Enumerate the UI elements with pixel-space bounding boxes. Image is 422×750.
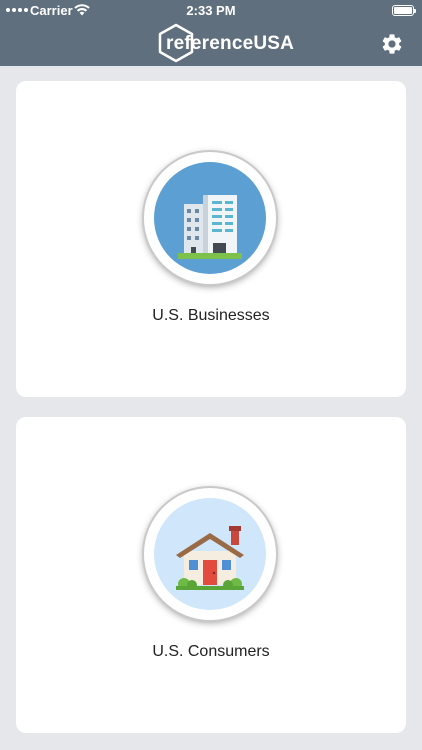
office-buildings-icon — [154, 162, 266, 274]
app-logo: referenceUSA — [158, 22, 294, 66]
status-bar: Carrier 2:33 PM — [0, 0, 422, 22]
battery-icon — [392, 5, 416, 16]
us-consumers-label: U.S. Consumers — [152, 643, 270, 660]
businesses-icon-badge — [144, 152, 276, 284]
house-icon — [154, 498, 266, 610]
gear-icon[interactable] — [380, 32, 404, 56]
brand-name: referenceUSA — [166, 33, 295, 54]
navigation-bar: referenceUSA — [0, 22, 422, 66]
us-consumers-card[interactable]: U.S. Consumers — [16, 417, 406, 733]
us-businesses-label: U.S. Businesses — [152, 307, 270, 324]
us-businesses-card[interactable]: U.S. Businesses — [16, 81, 406, 397]
consumers-icon-badge — [144, 488, 276, 620]
clock-time: 2:33 PM — [186, 3, 236, 18]
